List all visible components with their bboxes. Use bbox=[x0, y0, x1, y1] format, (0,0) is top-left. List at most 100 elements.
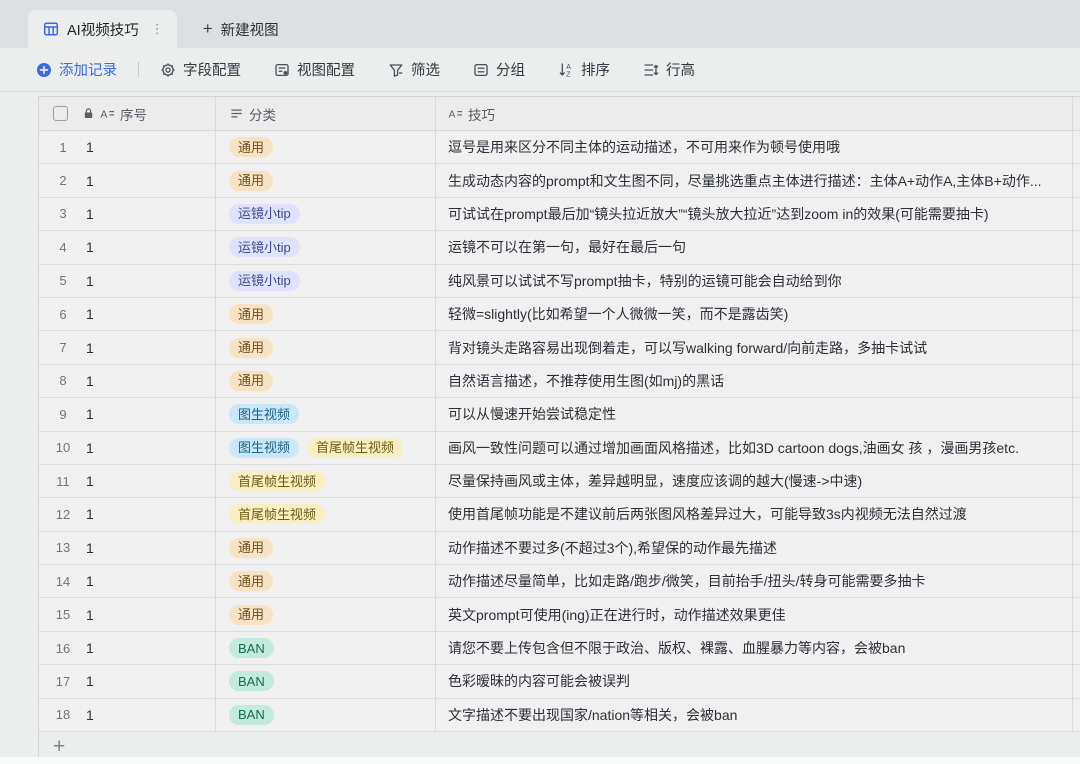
table-row[interactable]: 121首尾帧生视频使用首尾帧功能是不建议前后两张图风格差异过大，可能导致3s内视… bbox=[39, 498, 1080, 531]
serial-cell[interactable]: 121 bbox=[39, 498, 216, 530]
tip-cell[interactable]: 逗号是用来区分不同主体的运动描述，不可用来作为顿号使用哦 bbox=[436, 131, 1073, 163]
table-row[interactable]: 161 BAN 请您不要上传包含但不限于政治、版权、裸露、血腥暴力等内容，会被ban bbox=[39, 632, 1080, 665]
serial-cell[interactable]: 131 bbox=[39, 532, 216, 564]
table-row[interactable]: 61通用轻微=slightly(比如希望一个人微微一笑，而不是露齿笑) bbox=[39, 298, 1080, 331]
category-cell[interactable]: 运镜小tip bbox=[216, 231, 436, 263]
tip-cell[interactable]: 可试试在prompt最后加“镜头拉近放大”“镜头放大拉近”达到zoom in的效… bbox=[436, 198, 1073, 230]
serial-cell[interactable]: 91 bbox=[39, 398, 216, 430]
row-number: 13 bbox=[49, 540, 77, 555]
tip-cell[interactable]: 运镜不可以在第一句，最好在最后一句 bbox=[436, 231, 1073, 263]
serial-cell[interactable]: 181 bbox=[39, 699, 216, 731]
serial-cell[interactable]: 21 bbox=[39, 164, 216, 196]
category-cell[interactable]: 运镜小tip bbox=[216, 198, 436, 230]
tip-cell[interactable]: 色彩暧昧的内容可能会被误判 bbox=[436, 665, 1073, 697]
tip-cell[interactable]: 尽量保持画风或主体，差异越明显，速度应该调的越大(慢速->中速) bbox=[436, 465, 1073, 497]
category-cell[interactable]: 通用 bbox=[216, 365, 436, 397]
serial-cell[interactable]: 111 bbox=[39, 465, 216, 497]
table-row[interactable]: 41运镜小tip运镜不可以在第一句，最好在最后一句 bbox=[39, 231, 1080, 264]
tab-ai-video-tips[interactable]: AI视频技巧 ⋮ bbox=[28, 10, 177, 48]
table-row[interactable]: 51运镜小tip纯风景可以试试不写prompt抽卡，特别的运镜可能会自动给到你 bbox=[39, 265, 1080, 298]
field-config-button[interactable]: 字段配置 bbox=[160, 59, 241, 80]
tab-more-icon[interactable]: ⋮ bbox=[151, 21, 165, 37]
row-height-button[interactable]: 行高 bbox=[643, 59, 695, 80]
serial-cell[interactable]: 61 bbox=[39, 298, 216, 330]
category-cell[interactable]: 首尾帧生视频 bbox=[216, 498, 436, 530]
header-tip-label[interactable]: 技巧 bbox=[468, 104, 495, 124]
tip-cell[interactable]: 动作描述不要过多(不超过3个),希望保的动作最先描述 bbox=[436, 532, 1073, 564]
category-cell[interactable]: 通用 bbox=[216, 131, 436, 163]
sort-button[interactable]: AZ 排序 bbox=[558, 59, 610, 80]
serial-value: 1 bbox=[86, 440, 94, 456]
category-cell[interactable]: BAN bbox=[216, 665, 436, 697]
tip-cell[interactable]: 请您不要上传包含但不限于政治、版权、裸露、血腥暴力等内容，会被ban bbox=[436, 632, 1073, 664]
add-record-button[interactable]: 添加记录 bbox=[36, 59, 117, 80]
table-row[interactable]: 131 通用 动作描述不要过多(不超过3个),希望保的动作最先描述 bbox=[39, 532, 1080, 565]
table-row[interactable]: 81通用自然语言描述，不推荐使用生图(如mj)的黑话 bbox=[39, 365, 1080, 398]
tip-cell[interactable]: 轻微=slightly(比如希望一个人微微一笑，而不是露齿笑) bbox=[436, 298, 1073, 330]
table-row[interactable]: 171BAN色彩暧昧的内容可能会被误判 bbox=[39, 665, 1080, 698]
serial-cell[interactable]: 161 bbox=[39, 632, 216, 664]
serial-cell[interactable]: 151 bbox=[39, 598, 216, 630]
category-cell[interactable]: BAN bbox=[216, 699, 436, 731]
filter-button[interactable]: 筛选 bbox=[388, 59, 440, 80]
tip-cell[interactable]: 动作描述尽量简单，比如走路/跑步/微笑，目前抬手/扭头/转身可能需要多抽卡 bbox=[436, 565, 1073, 597]
new-view-button[interactable]: + 新建视图 bbox=[203, 10, 279, 48]
tip-cell[interactable]: 纯风景可以试试不写prompt抽卡，特别的运镜可能会自动给到你 bbox=[436, 265, 1073, 297]
tip-cell[interactable]: 生成动态内容的prompt和文生图不同，尽量挑选重点主体进行描述：主体A+动作A… bbox=[436, 164, 1073, 196]
category-cell[interactable]: 通用 bbox=[216, 298, 436, 330]
tip-cell[interactable]: 背对镜头走路容易出现倒着走，可以写walking forward/向前走路，多抽… bbox=[436, 331, 1073, 363]
table-row[interactable]: 71通用背对镜头走路容易出现倒着走，可以写walking forward/向前走… bbox=[39, 331, 1080, 364]
filter-funnel-icon bbox=[388, 62, 404, 78]
tip-cell[interactable]: 英文prompt可使用(ing)正在进行时，动作描述效果更佳 bbox=[436, 598, 1073, 630]
category-cell[interactable]: 通用 bbox=[216, 532, 436, 564]
view-config-button[interactable]: 视图配置 bbox=[274, 59, 355, 80]
horizontal-scrollbar[interactable] bbox=[0, 757, 1080, 764]
category-cell[interactable]: 通用 bbox=[216, 598, 436, 630]
serial-cell[interactable]: 81 bbox=[39, 365, 216, 397]
table-row[interactable]: 141通用动作描述尽量简单，比如走路/跑步/微笑，目前抬手/扭头/转身可能需要多… bbox=[39, 565, 1080, 598]
header-category-label[interactable]: 分类 bbox=[249, 104, 276, 124]
category-cell[interactable]: 图生视频首尾帧生视频 bbox=[216, 432, 436, 464]
tip-cell[interactable]: 使用首尾帧功能是不建议前后两张图风格差异过大，可能导致3s内视频无法自然过渡 bbox=[436, 498, 1073, 530]
table-row[interactable]: 21通用生成动态内容的prompt和文生图不同，尽量挑选重点主体进行描述：主体A… bbox=[39, 164, 1080, 197]
serial-cell[interactable]: 141 bbox=[39, 565, 216, 597]
header-serial-label[interactable]: 序号 bbox=[120, 104, 147, 124]
category-cell[interactable]: 运镜小tip bbox=[216, 265, 436, 297]
category-cell[interactable]: 图生视频 bbox=[216, 398, 436, 430]
table-row[interactable]: 101图生视频首尾帧生视频画风一致性问题可以通过增加画面风格描述，比如3D ca… bbox=[39, 432, 1080, 465]
category-cell[interactable]: BAN bbox=[216, 632, 436, 664]
group-button[interactable]: 分组 bbox=[473, 59, 525, 80]
row-spacer bbox=[1073, 598, 1080, 630]
category-tag: 通用 bbox=[229, 538, 273, 558]
table-row[interactable]: 11通用逗号是用来区分不同主体的运动描述，不可用来作为顿号使用哦 bbox=[39, 131, 1080, 164]
tip-cell[interactable]: 可以从慢速开始尝试稳定性 bbox=[436, 398, 1073, 430]
gear-icon bbox=[160, 62, 176, 78]
serial-cell[interactable]: 171 bbox=[39, 665, 216, 697]
serial-cell[interactable]: 101 bbox=[39, 432, 216, 464]
add-record-plus-icon bbox=[36, 62, 52, 78]
category-cell[interactable]: 通用 bbox=[216, 331, 436, 363]
table-row[interactable]: 151通用英文prompt可使用(ing)正在进行时，动作描述效果更佳 bbox=[39, 598, 1080, 631]
category-cell[interactable]: 通用 bbox=[216, 164, 436, 196]
serial-cell[interactable]: 71 bbox=[39, 331, 216, 363]
select-all-checkbox[interactable] bbox=[53, 106, 68, 121]
serial-value: 1 bbox=[86, 406, 94, 422]
tip-cell[interactable]: 自然语言描述，不推荐使用生图(如mj)的黑话 bbox=[436, 365, 1073, 397]
tip-text: 英文prompt可使用(ing)正在进行时，动作描述效果更佳 bbox=[448, 605, 786, 625]
table-row[interactable]: 111首尾帧生视频尽量保持画风或主体，差异越明显，速度应该调的越大(慢速->中速… bbox=[39, 465, 1080, 498]
group-icon bbox=[473, 62, 489, 78]
table-row[interactable]: 91图生视频可以从慢速开始尝试稳定性 bbox=[39, 398, 1080, 431]
tip-cell[interactable]: 画风一致性问题可以通过增加画面风格描述，比如3D cartoon dogs,油画… bbox=[436, 432, 1073, 464]
serial-cell[interactable]: 41 bbox=[39, 231, 216, 263]
view-config-label: 视图配置 bbox=[297, 59, 355, 80]
serial-cell[interactable]: 11 bbox=[39, 131, 216, 163]
serial-cell[interactable]: 31 bbox=[39, 198, 216, 230]
table-row[interactable]: 181BAN文字描述不要出现国家/nation等相关，会被ban bbox=[39, 699, 1080, 732]
category-tag: BAN bbox=[229, 638, 274, 658]
serial-cell[interactable]: 51 bbox=[39, 265, 216, 297]
tip-cell[interactable]: 文字描述不要出现国家/nation等相关，会被ban bbox=[436, 699, 1073, 731]
field-config-label: 字段配置 bbox=[183, 59, 241, 80]
category-cell[interactable]: 通用 bbox=[216, 565, 436, 597]
category-cell[interactable]: 首尾帧生视频 bbox=[216, 465, 436, 497]
table-row[interactable]: 31运镜小tip可试试在prompt最后加“镜头拉近放大”“镜头放大拉近”达到z… bbox=[39, 198, 1080, 231]
